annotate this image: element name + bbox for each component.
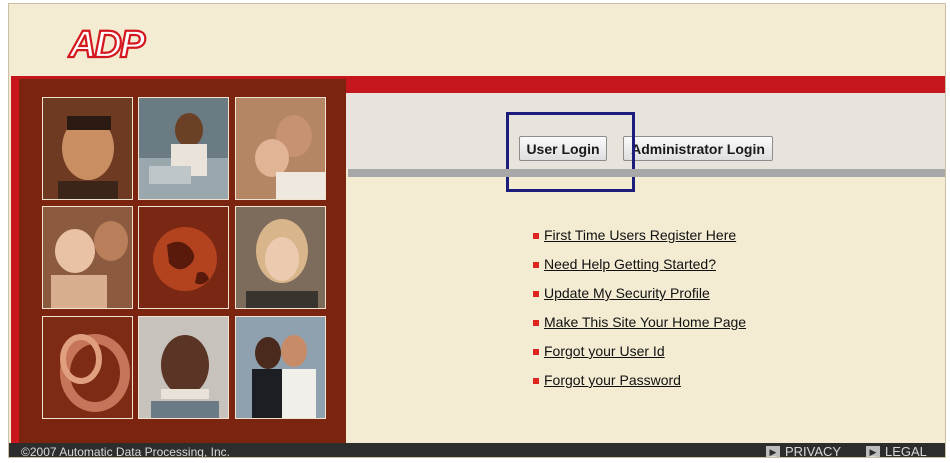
update-security-profile-link[interactable]: Update My Security Profile [544,285,710,301]
user-login-button[interactable]: User Login [519,136,607,161]
bullet-icon [533,291,539,297]
administrator-login-button[interactable]: Administrator Login [623,136,773,161]
forgot-user-id-link[interactable]: Forgot your User Id [544,343,665,359]
photo-older-man-portrait [138,316,229,419]
photo-woman-at-laptop [138,97,229,200]
register-link[interactable]: First Time Users Register Here [544,227,736,243]
list-item: Update My Security Profile [533,285,746,314]
photo-wedding-couple [235,316,326,419]
red-top-line [11,76,346,79]
svg-text:ADP: ADP [68,24,146,63]
privacy-label: PRIVACY [785,444,842,458]
adp-logo: ADP [67,21,149,68]
photo-globe [138,206,229,309]
photo-smiling-woman [235,206,326,309]
help-links-list: First Time Users Register Here Need Help… [533,227,746,401]
list-item: Forgot your Password [533,372,746,401]
photo-parent-with-baby [42,206,133,309]
photo-collage-panel [11,76,346,443]
bullet-icon [533,378,539,384]
bullet-icon [533,320,539,326]
login-button-area: User Login Administrator Login [346,93,945,192]
login-panel: User Login Administrator Login First Tim… [346,76,945,443]
legal-label: LEGAL [885,444,927,458]
arrow-right-icon: ▶ [866,445,880,457]
bullet-icon [533,233,539,239]
list-item: First Time Users Register Here [533,227,746,256]
red-header-bar [346,76,945,93]
adp-logo-mark: ADP [67,23,149,67]
photo-man-portrait [42,97,133,200]
page-frame: ADP User Login Administrator Login First… [8,3,946,458]
copyright-text: ©2007 Automatic Data Processing, Inc. [21,445,230,458]
privacy-link[interactable]: ▶ PRIVACY [766,444,842,458]
list-item: Need Help Getting Started? [533,256,746,285]
grey-divider-bar [348,169,945,177]
list-item: Forgot your User Id [533,343,746,372]
arrow-right-icon: ▶ [766,445,780,457]
make-home-page-link[interactable]: Make This Site Your Home Page [544,314,746,330]
bullet-icon [533,262,539,268]
help-getting-started-link[interactable]: Need Help Getting Started? [544,256,716,272]
photo-couple [235,97,326,200]
bullet-icon [533,349,539,355]
red-stripe [11,76,19,443]
photo-abstract-ribbon [42,316,133,419]
footer-bar: ©2007 Automatic Data Processing, Inc. ▶ … [9,443,945,458]
list-item: Make This Site Your Home Page [533,314,746,343]
legal-link[interactable]: ▶ LEGAL [866,444,927,458]
forgot-password-link[interactable]: Forgot your Password [544,372,681,388]
